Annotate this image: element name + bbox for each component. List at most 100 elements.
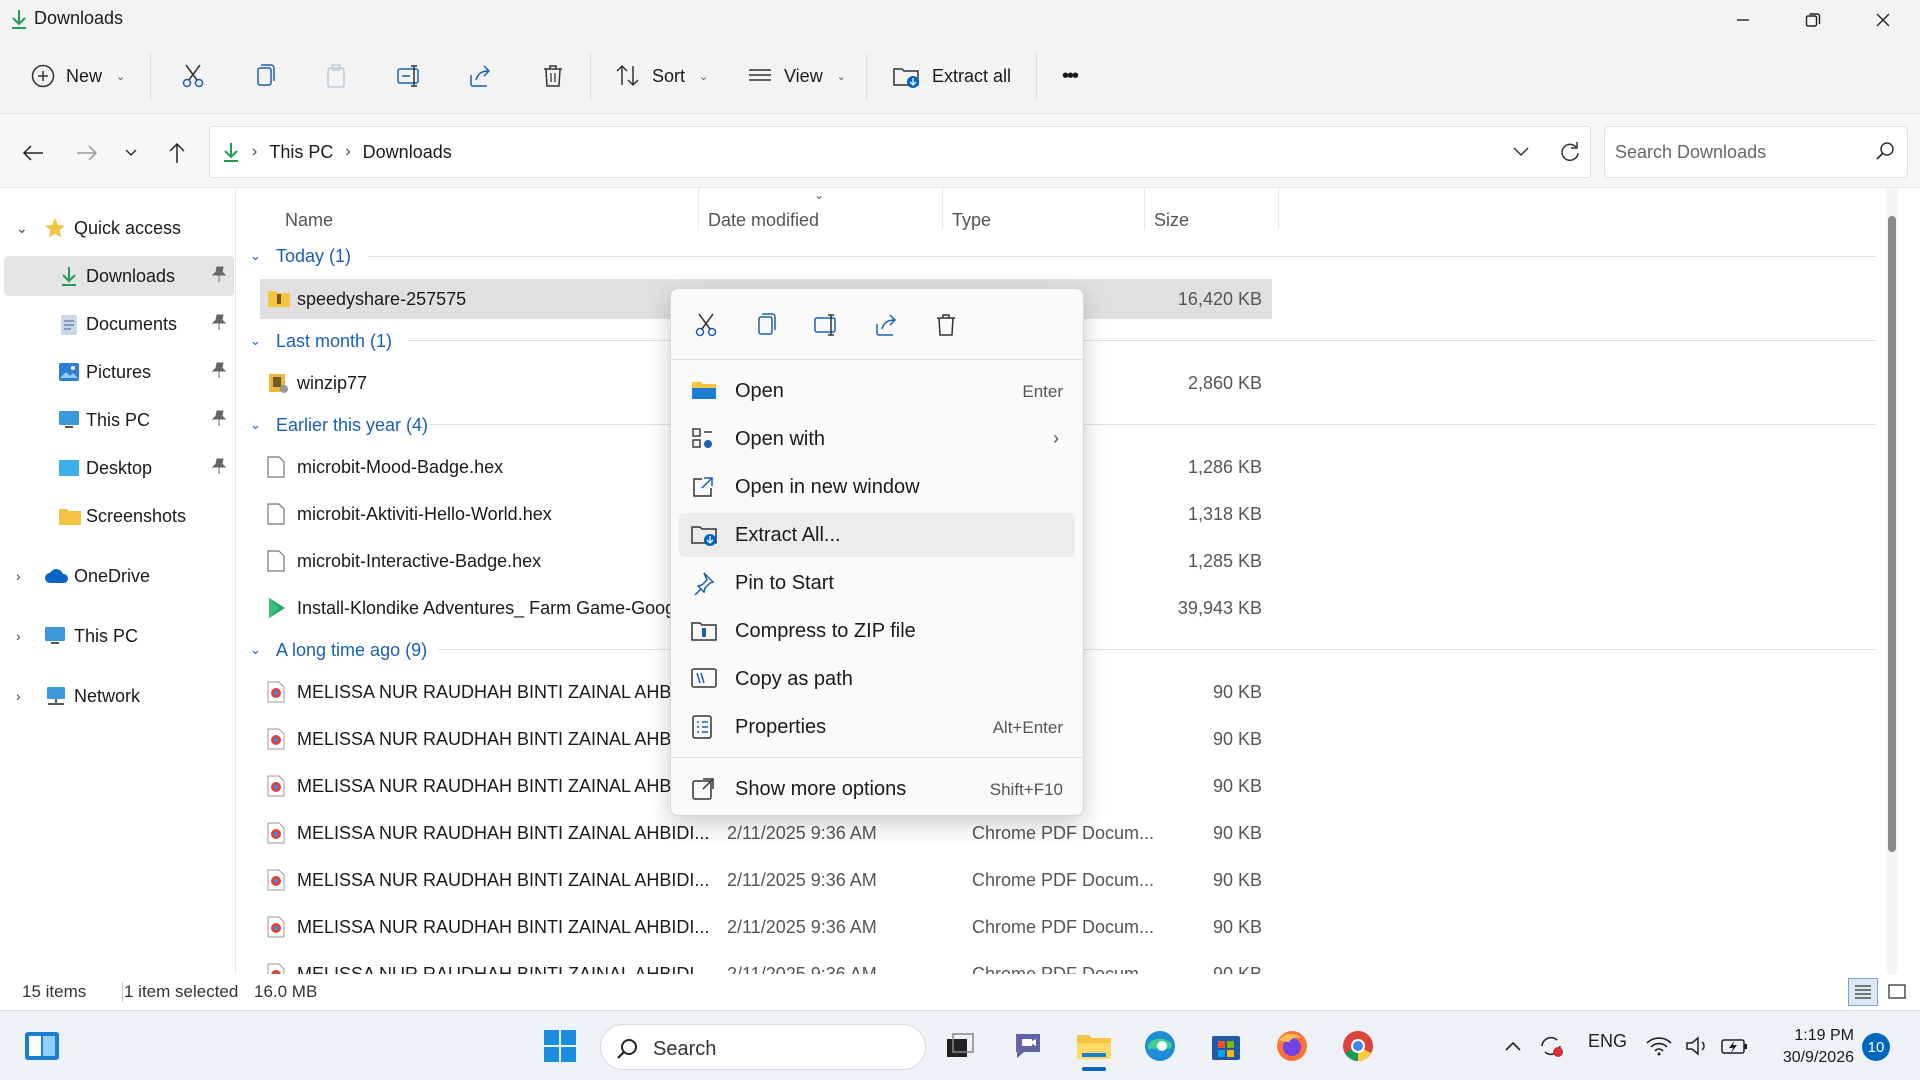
rename-button[interactable] — [388, 56, 432, 96]
restore-button[interactable] — [1778, 0, 1848, 40]
sidebar-item-documents[interactable]: Documents — [4, 304, 234, 344]
delete-button[interactable] — [532, 56, 574, 96]
taskbar-search[interactable]: Search — [600, 1024, 926, 1070]
widgets-button[interactable] — [20, 1024, 64, 1068]
column-header-date[interactable]: Date modified — [708, 200, 819, 240]
chrome-pdf-icon — [267, 822, 285, 849]
menu-item-extract-all[interactable]: Extract All... — [679, 513, 1075, 557]
back-button[interactable] — [16, 136, 50, 170]
menu-item-shortcut: Enter — [1022, 382, 1063, 401]
menu-item-show-more-options[interactable]: Show more options Shift+F10 — [679, 767, 1075, 811]
chevron-down-icon: ⌄ — [16, 219, 28, 236]
context-delete-button[interactable] — [923, 303, 969, 347]
sidebar-item-this-pc-pinned[interactable]: This PC — [4, 400, 234, 440]
start-button[interactable] — [538, 1024, 582, 1068]
forward-button[interactable] — [70, 136, 104, 170]
toolbar-divider — [150, 54, 151, 100]
sidebar-item-screenshots[interactable]: Screenshots — [4, 496, 234, 536]
menu-item-open-with[interactable]: Open with › — [679, 417, 1075, 461]
vertical-scrollbar[interactable] — [1886, 188, 1898, 974]
cut-button[interactable] — [172, 56, 214, 96]
file-explorer-taskbar-button[interactable] — [1072, 1024, 1116, 1068]
group-header-today[interactable]: ⌄ Today (1) — [250, 240, 351, 272]
paste-button[interactable] — [316, 56, 358, 96]
column-divider[interactable] — [1144, 188, 1145, 230]
wifi-button[interactable] — [1642, 1024, 1676, 1068]
store-button[interactable] — [1204, 1024, 1248, 1068]
tiles-view-button[interactable] — [1882, 978, 1912, 1006]
menu-item-compress-zip[interactable]: Compress to ZIP file — [679, 609, 1075, 653]
sort-button[interactable]: Sort ⌄ — [606, 56, 716, 96]
share-button[interactable] — [460, 56, 502, 96]
column-header-name[interactable]: Name — [285, 200, 333, 240]
menu-item-properties[interactable]: Properties Alt+Enter — [679, 705, 1075, 749]
firefox-button[interactable] — [1270, 1024, 1314, 1068]
show-hidden-icons-button[interactable] — [1498, 1024, 1528, 1068]
sidebar-item-network[interactable]: › Network — [4, 676, 234, 716]
context-copy-button[interactable] — [743, 303, 789, 347]
sidebar-item-downloads[interactable]: Downloads — [4, 256, 234, 296]
edge-button[interactable] — [1138, 1024, 1182, 1068]
column-divider[interactable] — [942, 188, 943, 230]
language-indicator[interactable]: ENG — [1588, 1031, 1627, 1052]
task-view-button[interactable] — [938, 1024, 982, 1068]
details-view-button[interactable] — [1848, 978, 1878, 1006]
breadcrumb-this-pc[interactable]: This PC — [269, 142, 333, 163]
clock[interactable]: 1:19 PM 30/9/2026 — [1770, 1025, 1854, 1069]
address-bar[interactable]: › This PC › Downloads — [209, 126, 1591, 178]
menu-item-open-in-new-window[interactable]: Open in new window — [679, 465, 1075, 509]
address-dropdown-button[interactable] — [1506, 137, 1536, 167]
breadcrumb-downloads[interactable]: Downloads — [363, 142, 452, 163]
battery-button[interactable] — [1718, 1024, 1752, 1068]
table-row[interactable]: MELISSA NUR RAUDHAH BINTI ZAINAL AHBIDI.… — [260, 954, 1510, 974]
file-type: Chrome PDF Docum... — [972, 870, 1155, 890]
table-row[interactable]: MELISSA NUR RAUDHAH BINTI ZAINAL AHBIDI.… — [260, 860, 1510, 900]
sidebar-item-desktop[interactable]: Desktop — [4, 448, 234, 488]
sidebar-item-pictures[interactable]: Pictures — [4, 352, 234, 392]
volume-button[interactable] — [1680, 1024, 1714, 1068]
notification-badge[interactable]: 10 — [1862, 1033, 1890, 1061]
menu-item-shortcut: Alt+Enter — [992, 718, 1063, 737]
breadcrumb-separator: › — [252, 143, 258, 160]
close-button[interactable] — [1848, 0, 1918, 40]
view-button[interactable]: View ⌄ — [738, 56, 854, 96]
table-row[interactable]: MELISSA NUR RAUDHAH BINTI ZAINAL AHBIDI.… — [260, 907, 1510, 947]
submenu-arrow-icon: › — [1053, 428, 1059, 448]
table-row[interactable]: MELISSA NUR RAUDHAH BINTI ZAINAL AHBIDI.… — [260, 813, 1510, 853]
menu-item-open[interactable]: Open Enter — [679, 369, 1075, 413]
search-box[interactable]: Search Downloads — [1604, 126, 1908, 178]
sync-status-button[interactable] — [1534, 1024, 1570, 1068]
minimize-button[interactable] — [1708, 0, 1778, 40]
teams-chat-button[interactable] — [1006, 1024, 1050, 1068]
group-header-earlier-this-year[interactable]: ⌄ Earlier this year (4) — [250, 409, 428, 441]
refresh-button[interactable] — [1554, 137, 1584, 167]
group-header-last-month[interactable]: ⌄ Last month (1) — [250, 325, 392, 357]
new-button[interactable]: New ⌄ — [22, 56, 133, 96]
up-button[interactable] — [160, 136, 194, 170]
group-header-long-time-ago[interactable]: ⌄ A long time ago (9) — [250, 634, 427, 666]
copy-button[interactable] — [244, 56, 286, 96]
menu-item-copy-as-path[interactable]: Copy as path — [679, 657, 1075, 701]
sidebar-item-onedrive[interactable]: › OneDrive — [4, 556, 234, 596]
file-name: MELISSA NUR RAUDHAH BINTI ZAINAL AHBIDI.… — [297, 823, 710, 843]
chrome-button[interactable] — [1336, 1024, 1380, 1068]
chevron-down-icon: ⌄ — [250, 642, 261, 657]
column-header-type[interactable]: Type — [952, 200, 991, 240]
recent-locations-button[interactable] — [114, 136, 148, 170]
search-input[interactable]: Search Downloads — [1615, 142, 1766, 163]
play-store-icon — [267, 597, 287, 624]
scrollbar-thumb[interactable] — [1888, 216, 1896, 852]
sidebar-item-this-pc[interactable]: › This PC — [4, 616, 234, 656]
context-cut-button[interactable] — [683, 303, 729, 347]
menu-item-pin-to-start[interactable]: Pin to Start — [679, 561, 1075, 605]
wifi-icon — [1646, 1037, 1672, 1056]
column-header-size[interactable]: Size — [1154, 200, 1189, 240]
column-divider[interactable] — [698, 188, 699, 230]
menu-item-label: Show more options — [735, 778, 907, 800]
column-divider[interactable] — [1278, 188, 1279, 230]
sidebar-item-quick-access[interactable]: ⌄ Quick access — [4, 208, 234, 248]
more-options-button[interactable]: ••• — [1054, 56, 1085, 96]
context-rename-button[interactable] — [803, 303, 849, 347]
context-share-button[interactable] — [863, 303, 909, 347]
extract-all-button[interactable]: Extract all — [884, 56, 1019, 96]
